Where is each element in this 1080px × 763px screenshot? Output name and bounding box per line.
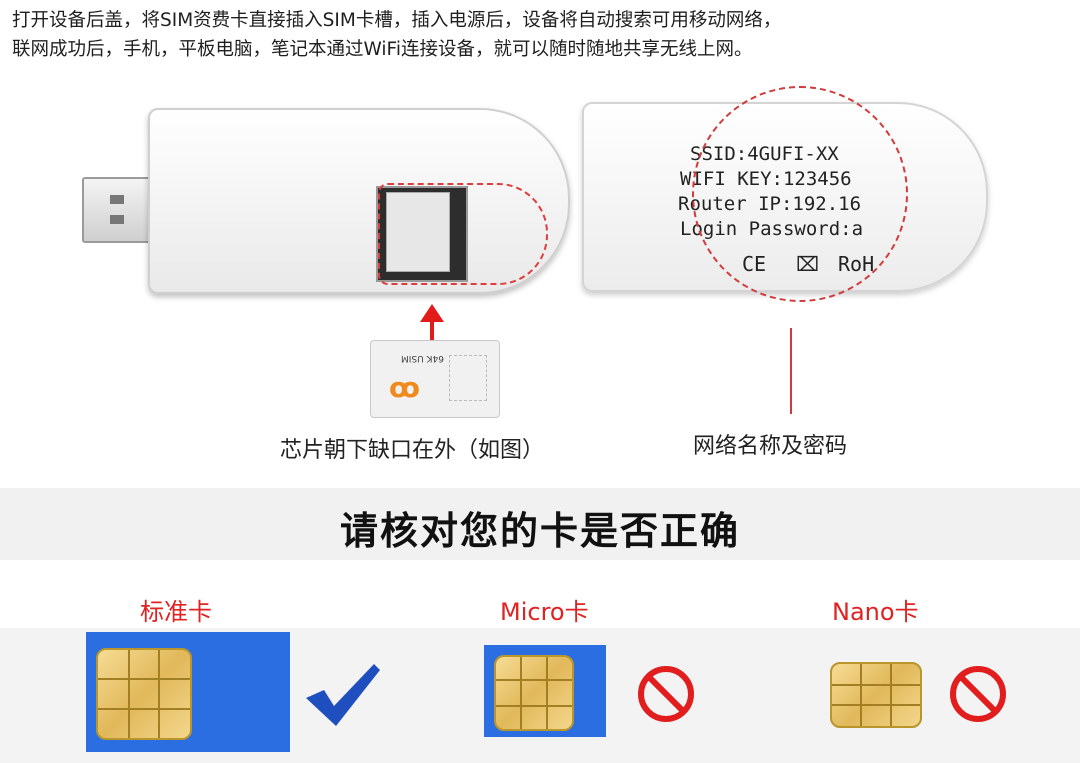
caption-network-info: 网络名称及密码 bbox=[693, 434, 848, 459]
card-title-nano: Nano卡 bbox=[832, 598, 919, 626]
sim-chip-outline bbox=[449, 355, 487, 401]
card-title-standard: 标准卡 bbox=[140, 598, 212, 626]
card-title-micro: Micro卡 bbox=[500, 598, 589, 626]
carrier-logo-icon: ꝏ bbox=[389, 371, 420, 404]
intro-text: 打开设备后盖，将SIM资费卡直接插入SIM卡槽，插入电源后，设备将自动搜索可用移… bbox=[12, 6, 1072, 64]
sim-slot-highlight bbox=[378, 183, 548, 285]
usb-plug-hole bbox=[110, 195, 124, 204]
forbidden-icon bbox=[638, 666, 694, 722]
sim-tag: 64K USIM bbox=[401, 353, 444, 363]
usb-plug-hole bbox=[110, 215, 124, 224]
sim-chip bbox=[494, 655, 574, 731]
pointer-line bbox=[790, 328, 792, 414]
label-highlight-circle bbox=[692, 86, 908, 302]
usb-plug bbox=[82, 177, 158, 243]
sim-chip bbox=[96, 648, 192, 740]
intro-line-1: 打开设备后盖，将SIM资费卡直接插入SIM卡槽，插入电源后，设备将自动搜索可用移… bbox=[12, 10, 782, 31]
intro-line-2: 联网成功后，手机，平板电脑，笔记本通过WiFi连接设备，就可以随时随地共享无线上… bbox=[12, 39, 753, 60]
caption-chip-direction: 芯片朝下缺口在外（如图） bbox=[280, 438, 545, 463]
sim-card-example: 64K USIM ꝏ bbox=[370, 340, 500, 418]
micro-sim-card bbox=[484, 645, 606, 737]
check-icon bbox=[306, 664, 380, 726]
nano-sim-card bbox=[828, 660, 924, 728]
sim-chip bbox=[830, 662, 922, 728]
page-heading: 请核对您的卡是否正确 bbox=[339, 509, 740, 553]
forbidden-icon bbox=[950, 666, 1006, 722]
standard-sim-card bbox=[86, 632, 290, 752]
